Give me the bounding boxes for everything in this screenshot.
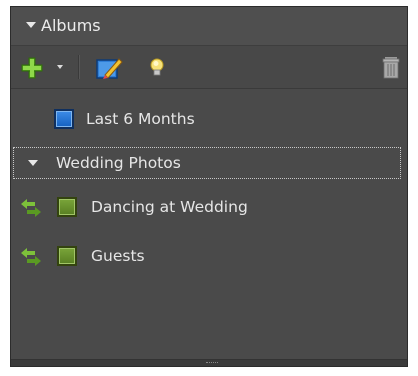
album-label: Guests bbox=[91, 247, 145, 265]
album-item-last-6-months[interactable]: Last 6 Months bbox=[11, 102, 407, 136]
albums-panel: Albums Last 6 Months Wedding Photos Danc… bbox=[10, 6, 408, 367]
collapse-arrow-icon[interactable] bbox=[26, 22, 36, 28]
add-album-button[interactable] bbox=[21, 57, 47, 79]
trash-icon bbox=[382, 57, 400, 79]
edit-icon bbox=[96, 58, 123, 79]
smart-album-icon bbox=[54, 109, 74, 129]
album-item-guests[interactable]: Guests bbox=[11, 239, 407, 273]
album-icon bbox=[57, 197, 77, 217]
panel-title: Albums bbox=[41, 16, 101, 35]
expand-arrow-icon[interactable] bbox=[28, 160, 38, 166]
add-dropdown-button[interactable] bbox=[57, 65, 63, 69]
toolbar-divider bbox=[78, 55, 80, 79]
grip-dots bbox=[206, 362, 218, 364]
album-label: Last 6 Months bbox=[86, 110, 195, 128]
album-icon bbox=[57, 246, 77, 266]
smart-album-button[interactable] bbox=[148, 57, 166, 79]
sync-arrows-icon bbox=[21, 199, 41, 217]
group-label: Wedding Photos bbox=[56, 154, 181, 172]
edit-album-button[interactable] bbox=[95, 55, 123, 81]
plus-icon bbox=[21, 57, 43, 79]
albums-toolbar bbox=[11, 46, 407, 89]
panel-header[interactable]: Albums bbox=[11, 7, 407, 46]
album-group-wedding-photos[interactable]: Wedding Photos bbox=[13, 147, 401, 179]
album-label: Dancing at Wedding bbox=[91, 198, 248, 216]
delete-album-button[interactable] bbox=[381, 56, 401, 80]
resize-handle[interactable] bbox=[11, 359, 407, 366]
album-item-dancing-at-wedding[interactable]: Dancing at Wedding bbox=[11, 190, 407, 224]
lightbulb-icon bbox=[150, 58, 164, 76]
sync-arrows-icon bbox=[21, 248, 41, 266]
